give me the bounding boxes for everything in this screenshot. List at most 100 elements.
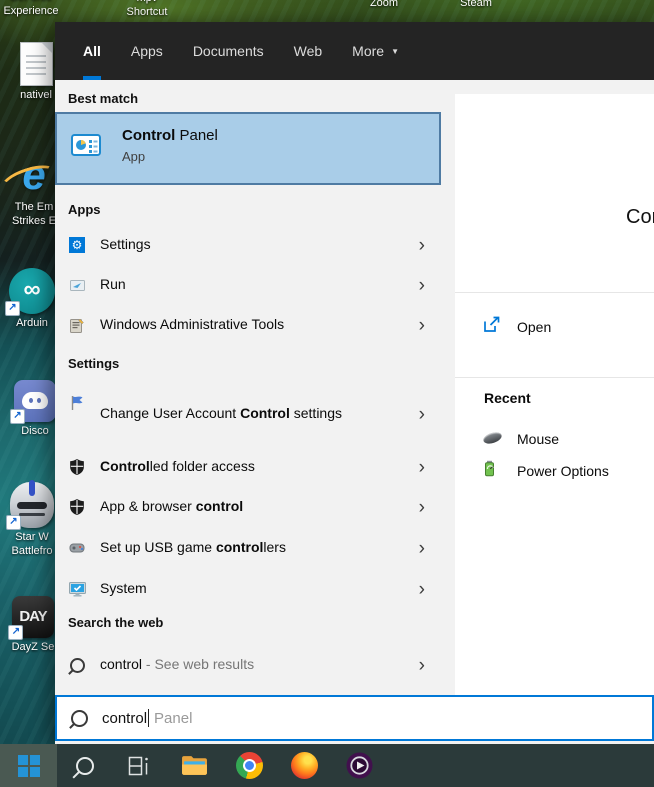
result-label: Run [100, 276, 126, 293]
media-player-icon [346, 752, 373, 779]
result-label: control - See web results [100, 656, 255, 673]
result-label: App & browser control [100, 498, 244, 515]
uac-flag-icon [68, 394, 86, 412]
tab-web[interactable]: Web [294, 22, 323, 80]
chevron-right-icon[interactable]: › [419, 458, 425, 477]
section-header-best-match: Best match [68, 91, 139, 106]
desktop-icon-internet-explorer[interactable]: e The Em Strikes E [6, 152, 62, 228]
result-label: Settings [100, 236, 151, 253]
chevron-right-icon[interactable]: › [419, 236, 425, 255]
star-wars-helmet-icon: ↗ [6, 480, 54, 530]
file-explorer-button[interactable] [167, 744, 222, 787]
best-match-title: Control Panel [122, 127, 218, 144]
desktop-icon-dayz[interactable]: DAY ↗ DayZ Se [8, 596, 58, 654]
result-row-admin-tools[interactable]: Windows Administrative Tools › [55, 308, 441, 342]
desktop-icon-star-wars-battlefront[interactable]: ↗ Star W Battlefro [6, 480, 58, 558]
chevron-right-icon[interactable]: › [419, 316, 425, 335]
chevron-right-icon[interactable]: › [419, 276, 425, 295]
result-row-settings[interactable]: ⚙ Settings › [55, 228, 441, 262]
control-panel-icon [71, 134, 101, 163]
chevron-right-icon[interactable]: › [419, 498, 425, 517]
defender-shield-icon [68, 458, 86, 476]
open-external-icon [483, 316, 500, 338]
tab-documents[interactable]: Documents [193, 22, 264, 80]
open-action[interactable]: Open [455, 310, 654, 344]
web-search-icon [68, 656, 86, 674]
internet-explorer-icon: e [6, 152, 62, 198]
search-suggestion-text: Panel [154, 709, 193, 727]
windows-logo-icon [17, 754, 40, 777]
search-icon [71, 709, 88, 727]
document-icon [19, 42, 53, 86]
result-row-uac-settings[interactable]: Change User Account Control settings › [55, 386, 441, 442]
tab-all[interactable]: All [83, 22, 101, 80]
media-player-button[interactable] [332, 744, 387, 787]
discord-icon: ↗ [10, 380, 56, 424]
chevron-right-icon[interactable]: › [419, 405, 425, 424]
tab-apps[interactable]: Apps [131, 22, 163, 80]
recent-item-label: Mouse [517, 431, 560, 447]
desktop-icon-document[interactable]: nativel [14, 42, 58, 102]
desktop-icon-arduino[interactable]: ∞ ↗ Arduin [5, 268, 58, 330]
result-row-controlled-folder-access[interactable]: Controlled folder access › [55, 450, 441, 484]
shortcut-arrow-icon: ↗ [6, 515, 21, 530]
result-row-web-search-control[interactable]: control - See web results › [55, 648, 441, 682]
best-match-result-control-panel[interactable]: Control Panel App [55, 112, 441, 185]
tab-more[interactable]: More ▼ [352, 22, 399, 80]
arduino-icon: ∞ ↗ [5, 268, 55, 316]
recent-item-power-options[interactable]: Power Options [455, 456, 654, 486]
game-controller-icon [68, 539, 86, 557]
shortcut-arrow-icon: ↗ [10, 409, 25, 424]
chrome-button[interactable] [222, 744, 277, 787]
taskbar-search-button[interactable] [57, 744, 112, 787]
result-label: Controlled folder access [100, 458, 255, 475]
shortcut-arrow-icon: ↗ [5, 301, 20, 316]
admin-tools-icon [68, 316, 86, 334]
result-label: Windows Administrative Tools [100, 316, 285, 333]
result-label: System [100, 580, 147, 597]
result-label: Change User Account Control settings [100, 405, 342, 422]
section-header-apps: Apps [68, 202, 101, 217]
best-match-subtitle: App [122, 149, 146, 164]
system-monitor-icon [68, 580, 86, 598]
task-view-icon [128, 756, 148, 775]
shortcut-arrow-icon: ↗ [8, 625, 23, 640]
result-row-system[interactable]: System › [55, 572, 441, 606]
mouse-icon [481, 430, 504, 448]
recent-item-mouse[interactable]: Mouse [455, 424, 654, 454]
file-explorer-icon [182, 756, 207, 775]
search-icon [75, 756, 94, 775]
run-icon [68, 276, 86, 294]
text-caret [148, 709, 150, 727]
open-label: Open [517, 319, 552, 335]
recent-header: Recent [484, 390, 531, 406]
desktop-label-steam: Steam [460, 0, 492, 9]
taskbar [0, 744, 654, 787]
defender-shield-icon [68, 498, 86, 516]
preview-pane: Control Panel Open Recent Mouse Power Op… [455, 94, 654, 695]
chevron-right-icon[interactable]: › [419, 539, 425, 558]
desktop-label-mpv-shortcut: mpv Shortcut [126, 0, 168, 18]
chrome-icon [236, 752, 263, 779]
firefox-button[interactable] [277, 744, 332, 787]
start-menu-panel: All Apps Documents Web More ▼ Best match… [55, 22, 654, 744]
search-filter-tabs: All Apps Documents Web More ▼ [55, 22, 654, 80]
section-header-settings: Settings [68, 356, 120, 371]
chevron-right-icon[interactable]: › [419, 656, 425, 675]
start-button[interactable] [0, 744, 57, 787]
desktop-label-geforce: GeForce Experience [3, 0, 59, 17]
power-options-icon [483, 460, 497, 482]
task-view-button[interactable] [112, 744, 167, 787]
desktop-label-zoom: Zoom [369, 0, 399, 9]
result-row-run[interactable]: Run › [55, 268, 441, 302]
divider [455, 377, 654, 378]
result-label: Set up USB game controllers [100, 539, 286, 556]
result-row-app-browser-control[interactable]: App & browser control › [55, 490, 441, 524]
chevron-right-icon[interactable]: › [419, 580, 425, 599]
desktop-icon-discord[interactable]: ↗ Disco [10, 380, 60, 438]
search-typed-text: control [102, 709, 148, 727]
chevron-down-icon: ▼ [391, 46, 399, 56]
preview-title: Control Panel [626, 206, 654, 228]
taskbar-search-input[interactable]: control Panel [55, 695, 654, 741]
result-row-usb-game-controllers[interactable]: Set up USB game controllers › [55, 531, 441, 565]
